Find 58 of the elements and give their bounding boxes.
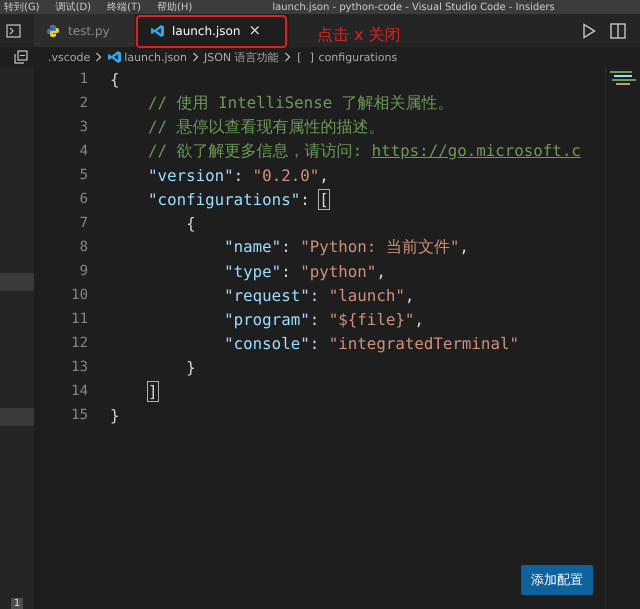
line-number: 4 (78, 143, 88, 159)
line-number: 10 (70, 287, 88, 303)
close-button[interactable]: × (248, 23, 262, 38)
code-line: "name": "Python: 当前文件", (223, 236, 469, 258)
code-line: "request": "launch", (223, 286, 414, 304)
line-number: 12 (70, 335, 88, 351)
code-line: // 使用 IntelliSense 了解相关属性。 (147, 92, 454, 114)
line-number: 15 (70, 407, 88, 423)
menu-item[interactable]: 终端(T) (107, 0, 141, 14)
annotation-text: 点击 x 关闭 (317, 25, 401, 46)
code-line: // 悬停以查看现有属性的描述。 (147, 116, 385, 138)
line-number: 5 (78, 167, 88, 183)
count-badge: 1 (10, 598, 24, 609)
code-line: { (185, 214, 196, 232)
code-line: // 欲了解更多信息，请访问: https://go.microsoft.c (147, 140, 581, 162)
editor-tab[interactable]: launch.json × (138, 14, 290, 47)
play-icon[interactable] (582, 22, 596, 38)
line-number: 13 (70, 359, 88, 375)
code-line: "type": "python", (223, 262, 386, 280)
line-number: 3 (78, 119, 88, 135)
chevron-icon (192, 52, 200, 62)
code-line: ] (147, 382, 158, 400)
chevron-icon (95, 52, 102, 62)
line-number: 2 (78, 95, 88, 111)
sidebar-highlight (0, 273, 34, 291)
python-file-icon (46, 24, 60, 38)
breadcrumb-item[interactable]: .vscode (48, 50, 90, 64)
line-number: 14 (70, 383, 88, 399)
split-editor-icon[interactable] (610, 22, 626, 38)
sidebar-highlight (0, 408, 34, 426)
code-line: { (110, 70, 120, 88)
code-line: "version": "0.2.0", (147, 166, 329, 184)
menu-item[interactable]: 转到(G) (4, 0, 40, 14)
line-number: 1 (78, 71, 88, 87)
chevron-icon (284, 52, 291, 62)
line-number: 11 (70, 311, 88, 327)
code-line: "configurations": [ (147, 190, 329, 208)
line-number: 8 (78, 239, 88, 255)
code-line: } (110, 406, 120, 424)
collapse-all-icon[interactable] (14, 50, 28, 64)
menu-item[interactable]: 帮助(H) (157, 0, 192, 14)
line-number: 9 (78, 263, 88, 279)
line-number: 7 (78, 215, 88, 231)
breadcrumb-label[interactable]: configurations (318, 50, 398, 64)
array-icon: [ ] (296, 50, 316, 64)
code-line: "console": "integratedTerminal" (223, 334, 519, 352)
vscode-file-icon (150, 24, 164, 38)
breadcrumb-item[interactable]: JSON 语言功能 (204, 50, 279, 64)
window-title: launch.json - python-code - Visual Studio Code - Insiders (272, 0, 555, 14)
line-number: 6 (78, 191, 88, 207)
menu-item[interactable]: 调试(D) (56, 0, 92, 14)
add-configuration-button[interactable]: 添加配置 (521, 565, 593, 595)
terminal-icon[interactable] (6, 24, 22, 38)
breadcrumb-label[interactable]: launch.json (124, 50, 188, 64)
editor-tab[interactable]: test.py (34, 14, 134, 47)
code-line: "program": "${file}", (223, 310, 424, 328)
code-line: } (185, 358, 196, 376)
vscode-file-icon (107, 50, 122, 64)
